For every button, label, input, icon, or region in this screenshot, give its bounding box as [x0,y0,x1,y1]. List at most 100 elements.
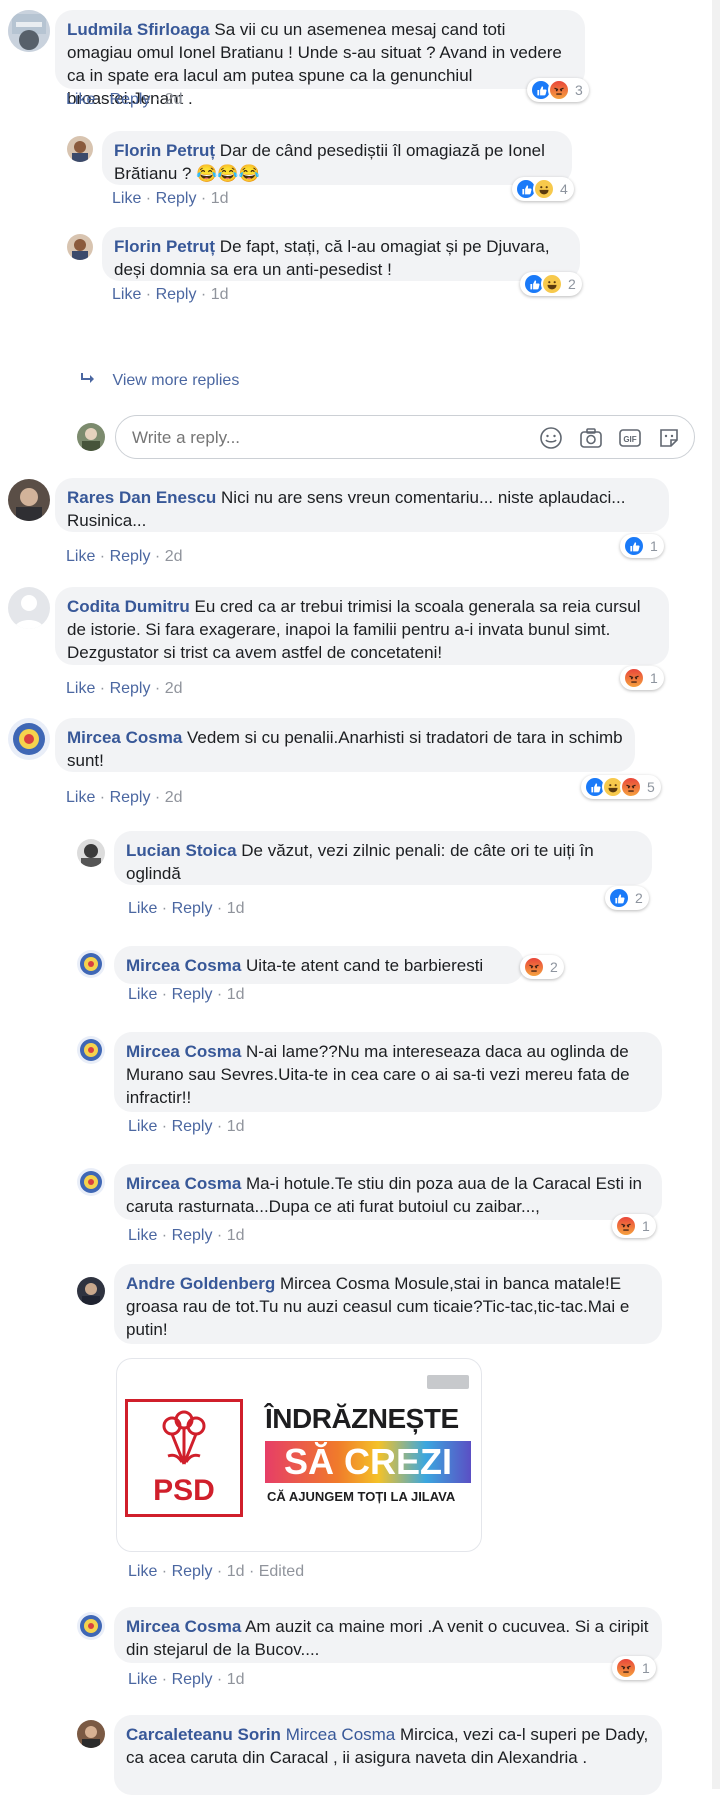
comment-time[interactable]: 2d [165,789,183,806]
like-link[interactable]: Like [112,190,141,207]
like-link[interactable]: Like [128,1118,157,1135]
comment-time[interactable]: 2d [165,548,183,565]
avatar[interactable] [77,950,105,978]
gif-icon[interactable]: GIF [618,426,642,455]
edited-label[interactable]: Edited [259,1563,304,1580]
like-link[interactable]: Like [66,548,95,565]
comment-author[interactable]: Andre Goldenberg [126,1274,275,1293]
reply-link[interactable]: Reply [172,986,213,1003]
image-headline-2: SĂ CREZI [265,1441,471,1483]
view-more-replies[interactable]: View more replies [80,372,239,390]
comment-author[interactable]: Mircea Cosma [126,1174,241,1193]
avatar[interactable] [77,1036,105,1064]
comment-time[interactable]: 1d [211,190,229,207]
reply-link[interactable]: Reply [110,680,151,697]
avatar[interactable] [8,10,50,52]
camera-icon[interactable] [579,426,603,455]
like-link[interactable]: Like [128,900,157,917]
reply-link[interactable]: Reply [172,1563,213,1580]
angry-reaction-icon [523,956,545,978]
reaction-summary[interactable]: 2 [605,886,649,910]
reaction-count: 2 [568,276,576,292]
scrollbar[interactable] [712,0,720,1789]
comment-time[interactable]: 1d [227,986,245,1003]
comment-author[interactable]: Mircea Cosma [126,956,241,975]
reply-link[interactable]: Reply [172,900,213,917]
reaction-summary[interactable]: 2 [520,272,582,296]
reply-link[interactable]: Reply [110,789,151,806]
comment-author[interactable]: Carcaleteanu Sorin [126,1725,281,1744]
sticker-icon[interactable] [657,426,681,455]
comment-time[interactable]: 1d [227,1118,245,1135]
avatar[interactable] [77,839,105,867]
separator: · [157,1563,172,1580]
like-link[interactable]: Like [66,680,95,697]
mention-link[interactable]: Mircea Cosma [286,1725,396,1744]
reply-composer[interactable]: GIF [115,415,695,459]
like-reaction-icon [623,535,645,557]
like-link[interactable]: Like [66,789,95,806]
reply-link[interactable]: Reply [110,548,151,565]
haha-reaction-icon [533,178,555,200]
comment-author[interactable]: Lucian Stoica [126,841,237,860]
comment-time[interactable]: 1d [227,1563,245,1580]
reaction-summary[interactable]: 1 [620,666,664,690]
like-link[interactable]: Like [66,91,95,108]
like-link[interactable]: Like [112,286,141,303]
reaction-summary[interactable]: 1 [612,1214,656,1238]
avatar[interactable] [8,718,50,760]
like-link[interactable]: Like [128,1563,157,1580]
separator: · [212,1671,227,1688]
reaction-summary[interactable]: 1 [612,1656,656,1680]
rose-icon [162,1410,206,1465]
like-link[interactable]: Like [128,986,157,1003]
avatar[interactable] [67,234,93,260]
avatar[interactable] [77,1168,105,1196]
reaction-summary[interactable]: 2 [520,955,564,979]
separator: · [95,680,110,697]
reaction-count: 1 [650,670,658,686]
comment-author[interactable]: Florin Petruț [114,141,215,160]
comment-bubble: Mircea Cosma Uita-te atent cand te barbi… [114,946,524,984]
reaction-summary[interactable]: 5 [581,775,661,799]
attached-image[interactable]: PSD ÎNDRĂZNEȘTE SĂ CREZI CĂ AJUNGEM TOȚI… [116,1358,482,1552]
comment-author[interactable]: Rares Dan Enescu [67,488,216,507]
reaction-summary[interactable]: 1 [620,534,664,558]
comment-author[interactable]: Florin Petruț [114,237,215,256]
emoji-icon[interactable] [539,426,563,455]
reply-link[interactable]: Reply [110,91,151,108]
comment-bubble: Carcaleteanu Sorin Mircea Cosma Mircica,… [114,1715,662,1795]
avatar[interactable] [8,479,50,521]
comment-author[interactable]: Mircea Cosma [67,728,182,747]
reply-link[interactable]: Reply [156,190,197,207]
reply-link[interactable]: Reply [172,1227,213,1244]
comment-time[interactable]: 2d [165,680,183,697]
comment-time[interactable]: 2d [165,91,183,108]
avatar[interactable] [8,587,50,629]
comment-author[interactable]: Codita Dumitru [67,597,190,616]
avatar[interactable] [77,1720,105,1748]
avatar[interactable] [77,1277,105,1305]
comment-time[interactable]: 1d [227,1227,245,1244]
reaction-summary[interactable]: 4 [512,177,574,201]
comment-author[interactable]: Mircea Cosma [126,1617,241,1636]
reply-link[interactable]: Reply [172,1671,213,1688]
separator: · [212,1563,227,1580]
avatar[interactable] [77,1612,105,1640]
like-link[interactable]: Like [128,1671,157,1688]
comment-author[interactable]: Mircea Cosma [126,1042,241,1061]
comment-time[interactable]: 1d [227,1671,245,1688]
reply-link[interactable]: Reply [172,1118,213,1135]
avatar[interactable] [67,136,93,162]
comment-time[interactable]: 1d [227,900,245,917]
separator: · [157,1227,172,1244]
like-link[interactable]: Like [128,1227,157,1244]
reaction-summary[interactable]: 3 [527,78,589,102]
reply-input[interactable] [130,425,514,451]
image-headline-1: ÎNDRĂZNEȘTE [265,1403,459,1434]
reply-link[interactable]: Reply [156,286,197,303]
comment-author[interactable]: Ludmila Sfirloaga [67,20,210,39]
comment-actions: Like · Reply · 2d [66,547,183,567]
comment-time[interactable]: 1d [211,286,229,303]
separator: · [150,789,165,806]
